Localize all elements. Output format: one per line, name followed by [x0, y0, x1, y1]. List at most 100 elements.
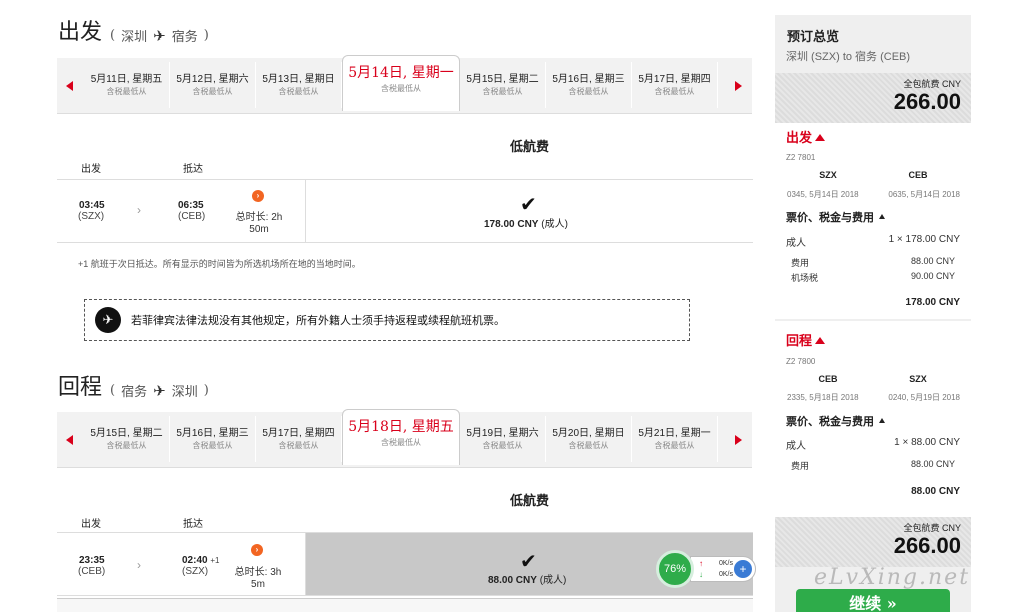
speed-box: ↑ 0K/s ↓ 0K/s +	[690, 556, 756, 582]
date-tab[interactable]: 5月11日, 星期五 含税最低从	[84, 62, 170, 108]
adult-value: 1 × 88.00 CNY	[894, 437, 960, 448]
date-tab-selected[interactable]: 5月18日, 星期五 含税最低从	[342, 409, 460, 465]
return-date-bar: 5月15日, 星期二 含税最低从 5月16日, 星期三 含税最低从 5月17日, 星…	[57, 409, 752, 468]
continue-button[interactable]: 继续 »	[796, 589, 950, 612]
outbound-flight-row[interactable]: 03:45 (SZX) › 06:35 (CEB) › 总时长: 2h 50m ✔…	[57, 179, 753, 243]
next-dates-arrow-icon[interactable]	[735, 81, 742, 91]
flight-info-icon[interactable]: ›	[252, 190, 264, 202]
date-tab[interactable]: 5月19日, 星期六 含税最低从	[460, 416, 546, 462]
date-price: 含税最低从	[654, 441, 695, 450]
prev-dates-arrow-icon[interactable]	[66, 81, 73, 91]
fare-amount: 178.00 CNY	[484, 219, 539, 230]
date-tab[interactable]: 5月21日, 星期一 含税最低从	[632, 416, 718, 462]
date-label: 5月19日, 星期六	[466, 428, 539, 439]
date-tab[interactable]: 5月15日, 星期二 含税最低从	[460, 62, 546, 108]
col-depart: 出发	[81, 519, 101, 530]
fee-line: 费用 88.00 CNY	[791, 256, 955, 269]
col-arrive: 抵达	[183, 519, 203, 530]
date-price: 含税最低从	[482, 87, 523, 96]
watermark: eLvXing.net	[814, 565, 971, 590]
to-airport: SZX	[876, 369, 960, 389]
dep-code: (CEB)	[78, 566, 106, 577]
fee-value: 90.00 CNY	[910, 271, 955, 281]
outbound-heading: 出发	[58, 20, 103, 45]
total-box: 全包航费 CNY 266.00	[775, 73, 971, 123]
date-tab[interactable]: 5月17日, 星期四 含税最低从	[256, 416, 342, 462]
fare-price: 88.00 CNY (成人)	[488, 571, 566, 586]
airport-pair: SZX CEB	[786, 165, 960, 185]
fees-toggle[interactable]: 票价、税金与费用	[786, 209, 885, 225]
total-amount: 266.00	[893, 533, 961, 558]
arr-time: 02:40 +1	[182, 555, 219, 566]
date-price: 含税最低从	[106, 441, 147, 450]
fees-toggle[interactable]: 票价、税金与费用	[786, 413, 885, 429]
caret-up-icon	[815, 134, 826, 141]
visa-notice: ✈ 若菲律宾法律法规没有其他规定，所有外籍人士须手持返程或续程航班机票。	[84, 299, 690, 341]
outbound-route: (深圳 ✈ 宿务)	[110, 26, 209, 46]
fare-price: 178.00 CNY (成人)	[484, 215, 568, 230]
date-price: 含税最低从	[568, 441, 609, 450]
checkmark-icon: ✔	[520, 194, 537, 216]
dep-datetime: 0345, 5月14日 2018	[787, 190, 859, 199]
prev-dates-arrow-icon[interactable]	[66, 435, 73, 445]
date-label: 5月11日, 星期五	[90, 74, 163, 85]
date-label: 5月18日, 星期五	[348, 419, 454, 435]
download-arrow-icon: ↓	[699, 570, 703, 579]
fare-cell[interactable]: ✔ 178.00 CNY (成人)	[306, 180, 753, 242]
fee-card: 费用 88.00 CNY 机场税 90.00 CNY	[786, 251, 960, 287]
date-label: 5月20日, 星期日	[552, 428, 625, 439]
duration: 总时长: 3h 5m	[233, 567, 283, 591]
date-tab[interactable]: 5月17日, 星期四 含税最低从	[632, 62, 718, 108]
date-tab[interactable]: 5月12日, 星期六 含税最低从	[170, 62, 256, 108]
duration: 总时长: 2h 50m	[235, 212, 283, 236]
date-label: 5月15日, 星期二	[90, 428, 163, 439]
fee-card: 费用 88.00 CNY	[786, 453, 960, 477]
network-speed-widget[interactable]: ↑ 0K/s ↓ 0K/s + 76%	[656, 550, 758, 588]
total-amount: 266.00	[893, 89, 961, 114]
date-label: 5月17日, 星期四	[638, 74, 711, 85]
fare-pax: (成人)	[541, 219, 568, 230]
date-label: 5月21日, 星期一	[638, 428, 711, 439]
adult-label: 成人	[786, 441, 806, 452]
date-price: 含税最低从	[106, 87, 147, 96]
flight-info-icon[interactable]: ›	[251, 544, 263, 556]
fee-label: 费用	[791, 461, 810, 471]
date-label: 5月14日, 星期一	[348, 65, 454, 81]
fees-title: 票价、税金与费用	[786, 416, 874, 428]
summary-outbound-toggle[interactable]: 出发	[786, 127, 826, 146]
date-label: 5月12日, 星期六	[176, 74, 249, 85]
next-dates-arrow-icon[interactable]	[735, 435, 742, 445]
duration-text: 总时长: 2h	[235, 212, 283, 223]
upload-speed: 0K/s	[719, 560, 734, 567]
booking-summary: 预订总览 深圳 (SZX) to 宿务 (CEB) 全包航费 CNY 266.0…	[775, 15, 971, 612]
airplane-departure-icon: ✈	[95, 307, 121, 333]
fare-header: 低航费	[510, 493, 550, 508]
upload-arrow-icon: ↑	[699, 559, 703, 568]
notice-text: 若菲律宾法律法规没有其他规定，所有外籍人士须手持返程或续程航班机票。	[131, 315, 505, 327]
date-label: 5月15日, 星期二	[466, 74, 539, 85]
boost-plus-icon[interactable]: +	[734, 560, 752, 578]
summary-return-toggle[interactable]: 回程	[786, 330, 826, 349]
date-price: 含税最低从	[568, 87, 609, 96]
date-tab[interactable]: 5月13日, 星期日 含税最低从	[256, 62, 342, 108]
from-airport: SZX	[786, 165, 876, 185]
fare-header: 低航费	[510, 139, 550, 154]
date-tab[interactable]: 5月16日, 星期三 含税最低从	[170, 416, 256, 462]
outbound-date-bar: 5月11日, 星期五 含税最低从 5月12日, 星期六 含税最低从 5月13日, 星…	[57, 55, 752, 114]
date-tab[interactable]: 5月16日, 星期三 含税最低从	[546, 62, 632, 108]
adult-label: 成人	[786, 238, 806, 249]
return-flight-row[interactable]: 23:35 (CEB) › 02:40 +1 (SZX) › 总时长: 3h 5m…	[57, 532, 753, 596]
arr-time: 06:35	[178, 200, 204, 211]
date-tab-selected[interactable]: 5月14日, 星期一含税最低从	[342, 55, 460, 111]
dep-code: (SZX)	[78, 211, 105, 222]
arr-code: (CEB)	[178, 211, 206, 222]
flight-number: Z2 7801	[786, 153, 816, 162]
date-price: 含税最低从	[381, 84, 421, 93]
date-tab[interactable]: 5月15日, 星期二 含税最低从	[84, 416, 170, 462]
date-price: 含税最低从	[192, 87, 233, 96]
date-price: 含税最低从	[482, 441, 523, 450]
fee-value: 88.00 CNY	[910, 459, 955, 469]
date-price: 含税最低从	[278, 87, 319, 96]
download-speed: 0K/s	[719, 571, 734, 578]
date-tab[interactable]: 5月20日, 星期日 含税最低从	[546, 416, 632, 462]
